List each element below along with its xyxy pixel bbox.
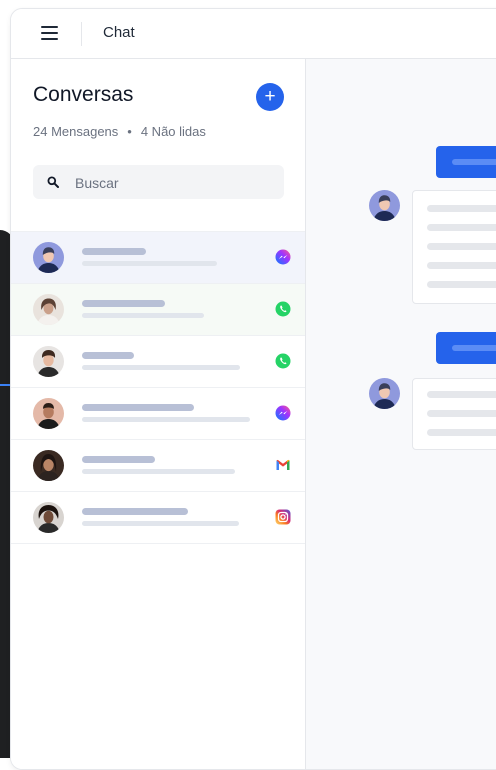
conversation-item[interactable]: [11, 231, 305, 283]
search-input[interactable]: [73, 165, 277, 201]
avatar: [33, 502, 64, 533]
incoming-message-placeholder: [412, 378, 496, 450]
name-placeholder: [82, 300, 165, 307]
preview-placeholder: [82, 365, 240, 370]
top-bar: Chat: [11, 9, 496, 59]
unread-count: 4 Não lidas: [140, 124, 206, 139]
stats-separator: •: [127, 124, 132, 139]
message-count: 24 Mensagens: [33, 124, 119, 139]
preview-placeholder: [82, 521, 239, 526]
whatsapp-icon: [275, 301, 291, 317]
avatar: [369, 190, 400, 221]
search-box: [33, 165, 284, 201]
preview-placeholder: [82, 469, 235, 474]
divider: [81, 22, 82, 46]
conversation-item[interactable]: [11, 283, 305, 335]
name-placeholder: [82, 404, 194, 411]
conversations-sidebar: Conversas + 24 Mensagens • 4 Não lidas: [11, 59, 306, 769]
conversation-list: [11, 231, 305, 544]
search-icon: [47, 176, 59, 188]
conversation-item[interactable]: [11, 335, 305, 387]
conversation-item[interactable]: [11, 491, 305, 544]
avatar: [369, 378, 400, 409]
avatar: [33, 294, 64, 325]
menu-icon[interactable]: [41, 26, 58, 40]
conversation-item[interactable]: [11, 387, 305, 439]
avatar: [33, 242, 64, 273]
sidebar-title: Conversas: [33, 83, 134, 106]
name-placeholder: [82, 352, 134, 359]
chat-area: [306, 59, 496, 769]
preview-placeholder: [82, 313, 204, 318]
preview-placeholder: [82, 261, 217, 266]
instagram-icon: [275, 509, 291, 525]
avatar: [33, 398, 64, 429]
avatar: [33, 450, 64, 481]
avatar: [33, 346, 64, 377]
new-conversation-button[interactable]: +: [256, 83, 284, 111]
outgoing-message-placeholder: [436, 332, 496, 364]
conversation-item[interactable]: [11, 439, 305, 491]
conversation-stats: 24 Mensagens • 4 Não lidas: [33, 124, 206, 139]
window-title: Chat: [103, 24, 135, 41]
incoming-message-placeholder: [412, 190, 496, 304]
chat-window: Chat Conversas + 24 Mensagens • 4 Não lida…: [10, 8, 496, 770]
name-placeholder: [82, 508, 188, 515]
preview-placeholder: [82, 417, 250, 422]
name-placeholder: [82, 456, 155, 463]
gmail-icon: [276, 459, 290, 470]
outgoing-message-placeholder: [436, 146, 496, 178]
messenger-icon: [275, 249, 291, 265]
name-placeholder: [82, 248, 146, 255]
messenger-icon: [275, 405, 291, 421]
whatsapp-icon: [275, 353, 291, 369]
